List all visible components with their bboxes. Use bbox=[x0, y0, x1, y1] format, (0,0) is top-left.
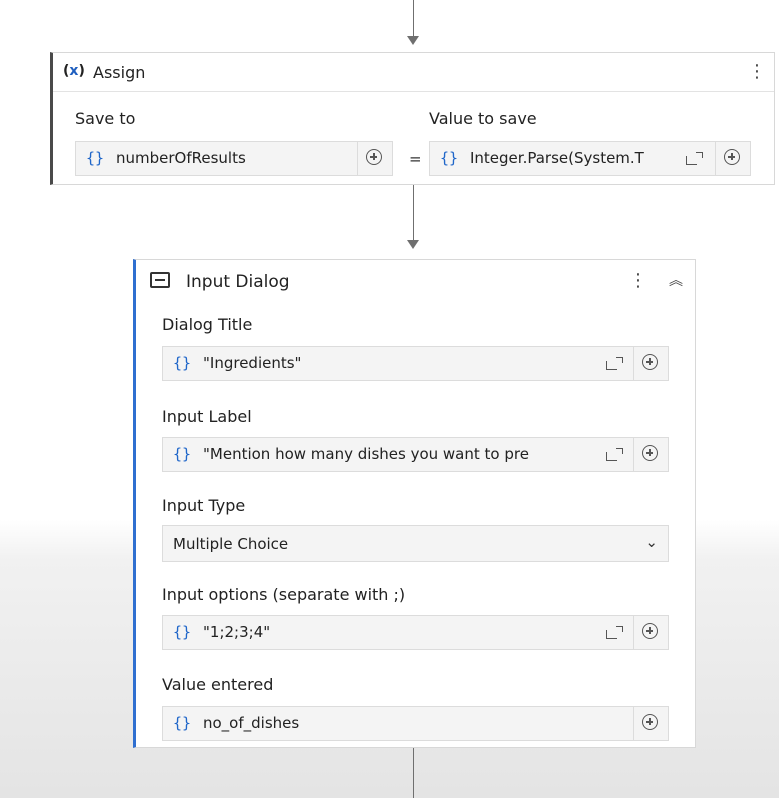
arrow-middle bbox=[407, 240, 419, 249]
connector-top bbox=[413, 0, 414, 36]
assign-header[interactable]: (x) Assign ⋮ bbox=[53, 53, 774, 92]
chevron-down-icon[interactable]: ⌄ bbox=[645, 533, 658, 551]
plus-circle-icon bbox=[642, 445, 658, 461]
save-to-label: Save to bbox=[75, 109, 136, 128]
input-type-label: Input Type bbox=[162, 496, 246, 515]
input-options-field[interactable]: {} "1;2;3;4" bbox=[162, 615, 669, 650]
expand-editor-icon[interactable] bbox=[606, 448, 623, 461]
plus-circle-icon bbox=[724, 149, 740, 165]
save-to-field[interactable]: {} numberOfResults bbox=[75, 141, 393, 176]
expression-brace-icon: {} bbox=[440, 149, 459, 167]
expand-editor-icon[interactable] bbox=[686, 152, 703, 165]
save-to-value: numberOfResults bbox=[116, 149, 246, 167]
expression-brace-icon: {} bbox=[173, 714, 192, 732]
dialog-title-label: Dialog Title bbox=[162, 315, 253, 334]
plus-circle-icon bbox=[642, 623, 658, 639]
input-dialog-header[interactable]: Input Dialog ⋮ ︽ bbox=[136, 260, 695, 300]
input-options-value: "1;2;3;4" bbox=[203, 623, 271, 641]
input-label-value: "Mention how many dishes you want to pre bbox=[203, 445, 529, 463]
input-label-field[interactable]: {} "Mention how many dishes you want to … bbox=[162, 437, 669, 472]
expression-brace-icon: {} bbox=[86, 149, 105, 167]
variable-x-icon: (x) bbox=[63, 63, 85, 79]
input-label-label: Input Label bbox=[162, 407, 252, 426]
kebab-icon[interactable]: ⋮ bbox=[748, 63, 766, 81]
assign-activity-card[interactable]: (x) Assign ⋮ Save to Value to save {} nu… bbox=[50, 52, 775, 185]
expand-editor-icon[interactable] bbox=[606, 626, 623, 639]
input-dialog-title: Input Dialog bbox=[186, 272, 290, 292]
add-dialog-title-button[interactable] bbox=[633, 347, 668, 380]
input-type-select[interactable]: Multiple Choice ⌄ bbox=[162, 525, 669, 562]
equals-sign: = bbox=[409, 150, 422, 168]
value-to-save-label: Value to save bbox=[429, 109, 537, 128]
add-input-label-button[interactable] bbox=[633, 438, 668, 471]
connector-middle bbox=[413, 185, 414, 241]
assign-title: Assign bbox=[93, 63, 146, 82]
dialog-title-field[interactable]: {} "Ingredients" bbox=[162, 346, 669, 381]
window-icon bbox=[150, 272, 170, 288]
plus-circle-icon bbox=[642, 714, 658, 730]
expression-brace-icon: {} bbox=[173, 623, 192, 641]
value-entered-field[interactable]: {} no_of_dishes bbox=[162, 706, 669, 741]
add-input-options-button[interactable] bbox=[633, 616, 668, 649]
plus-circle-icon bbox=[642, 354, 658, 370]
value-to-save-value: Integer.Parse(System.T bbox=[470, 149, 644, 167]
input-options-label: Input options (separate with ;) bbox=[162, 585, 406, 604]
arrow-top bbox=[407, 36, 419, 45]
add-value-button[interactable] bbox=[715, 142, 750, 175]
expand-editor-icon[interactable] bbox=[606, 357, 623, 370]
expression-brace-icon: {} bbox=[173, 354, 192, 372]
input-dialog-card[interactable]: Input Dialog ⋮ ︽ Dialog Title {} "Ingred… bbox=[133, 259, 696, 748]
kebab-icon[interactable]: ⋮ bbox=[629, 272, 647, 290]
value-to-save-field[interactable]: {} Integer.Parse(System.T bbox=[429, 141, 751, 176]
plus-circle-icon bbox=[366, 149, 382, 165]
expression-brace-icon: {} bbox=[173, 445, 192, 463]
connector-bottom bbox=[413, 748, 414, 798]
double-chevron-up-icon[interactable]: ︽ bbox=[669, 270, 683, 290]
value-entered-label: Value entered bbox=[162, 675, 274, 694]
value-entered-value: no_of_dishes bbox=[203, 714, 300, 732]
dialog-title-value: "Ingredients" bbox=[203, 354, 302, 372]
add-variable-button[interactable] bbox=[357, 142, 392, 175]
input-type-value: Multiple Choice bbox=[173, 535, 289, 553]
add-value-entered-button[interactable] bbox=[633, 707, 668, 740]
